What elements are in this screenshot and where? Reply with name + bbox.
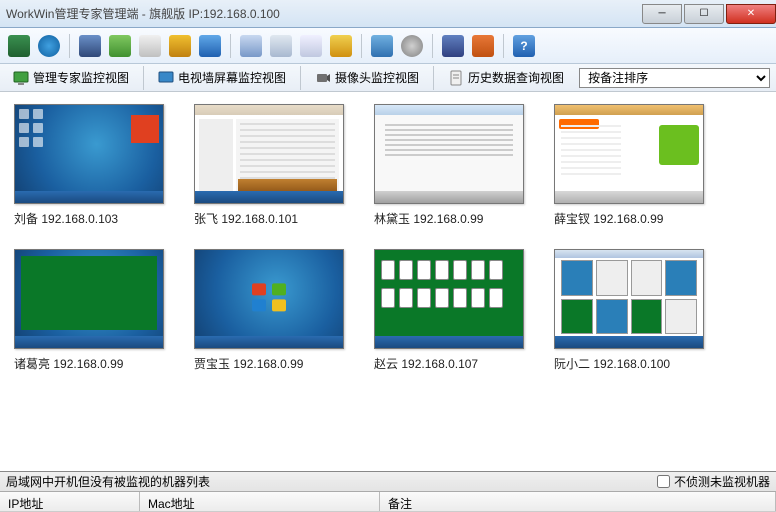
client-name: 张飞 bbox=[194, 212, 218, 226]
footer-panel: 局域网中开机但没有被监视的机器列表 不侦测未监视机器 IP地址 Mac地址 备注 bbox=[0, 471, 776, 512]
window-title: WorkWin管理专家管理端 - 旗舰版 IP:192.168.0.100 bbox=[6, 5, 280, 22]
document-icon bbox=[448, 70, 464, 86]
tab-label: 历史数据查询视图 bbox=[468, 69, 564, 86]
client-ip: 192.168.0.107 bbox=[401, 357, 478, 371]
view-tabs: 管理专家监控视图 电视墙屏幕监控视图 摄像头监控视图 历史数据查询视图 按备注排… bbox=[0, 64, 776, 92]
minimize-button[interactable]: ─ bbox=[642, 4, 682, 24]
tab-history-view[interactable]: 历史数据查询视图 bbox=[441, 65, 571, 90]
tab-label: 电视墙屏幕监控视图 bbox=[178, 69, 286, 86]
grid-icon bbox=[158, 70, 174, 86]
client-name: 贾宝玉 bbox=[194, 357, 230, 371]
log-icon[interactable] bbox=[137, 33, 163, 59]
client-name: 诸葛亮 bbox=[14, 357, 50, 371]
monitor-icon bbox=[13, 70, 29, 86]
client-name: 薛宝钗 bbox=[554, 212, 590, 226]
sort-select[interactable]: 按备注排序 bbox=[579, 68, 770, 88]
footer-columns: IP地址 Mac地址 备注 bbox=[0, 492, 776, 512]
thumbnail[interactable]: 阮小二 192.168.0.100 bbox=[554, 249, 704, 372]
client-name: 赵云 bbox=[374, 357, 398, 371]
tab-manager-view[interactable]: 管理专家监控视图 bbox=[6, 65, 136, 90]
separator-icon bbox=[69, 34, 70, 58]
maximize-button[interactable]: ☐ bbox=[684, 4, 724, 24]
client-ip: 192.168.0.99 bbox=[593, 212, 663, 226]
footer-title: 局域网中开机但没有被监视的机器列表 bbox=[6, 473, 210, 490]
lock-icon[interactable] bbox=[167, 33, 193, 59]
client-ip: 192.168.0.99 bbox=[53, 357, 123, 371]
client-ip: 192.168.0.100 bbox=[593, 357, 670, 371]
globe-icon[interactable] bbox=[36, 33, 62, 59]
thumbnail[interactable]: 赵云 192.168.0.107 bbox=[374, 249, 524, 372]
detect-checkbox[interactable]: 不侦测未监视机器 bbox=[657, 473, 770, 490]
col-note[interactable]: 备注 bbox=[380, 492, 776, 511]
thumbnail[interactable]: 诸葛亮 192.168.0.99 bbox=[14, 249, 164, 372]
tab-label: 摄像头监控视图 bbox=[335, 69, 419, 86]
client-ip: 192.168.0.99 bbox=[413, 212, 483, 226]
thumbnail[interactable]: 张飞 192.168.0.101 bbox=[194, 104, 344, 227]
client-name: 刘备 bbox=[14, 212, 38, 226]
contacts-icon[interactable] bbox=[470, 33, 496, 59]
display-icon[interactable] bbox=[238, 33, 264, 59]
separator-icon bbox=[503, 34, 504, 58]
client-name: 阮小二 bbox=[554, 357, 590, 371]
separator-icon bbox=[143, 66, 144, 90]
book-icon[interactable] bbox=[440, 33, 466, 59]
thumbnail[interactable]: 贾宝玉 192.168.0.99 bbox=[194, 249, 344, 372]
mail-icon[interactable] bbox=[298, 33, 324, 59]
detect-checkbox-input[interactable] bbox=[657, 475, 670, 488]
separator-icon bbox=[230, 34, 231, 58]
thumbnail[interactable]: 薛宝钗 192.168.0.99 bbox=[554, 104, 704, 227]
client-ip: 192.168.0.103 bbox=[41, 212, 118, 226]
window-controls: ─ ☐ ✕ bbox=[640, 4, 776, 24]
col-ip[interactable]: IP地址 bbox=[0, 492, 140, 511]
tab-camera-view[interactable]: 摄像头监控视图 bbox=[308, 65, 426, 90]
client-name: 林黛玉 bbox=[374, 212, 410, 226]
toolbar: ? bbox=[0, 28, 776, 64]
client-ip: 192.168.0.99 bbox=[233, 357, 303, 371]
detect-checkbox-label: 不侦测未监视机器 bbox=[674, 473, 770, 490]
camera-icon[interactable] bbox=[197, 33, 223, 59]
close-button[interactable]: ✕ bbox=[726, 4, 776, 24]
screen-icon[interactable] bbox=[77, 33, 103, 59]
col-mac[interactable]: Mac地址 bbox=[140, 492, 380, 511]
thumbnail[interactable]: 刘备 192.168.0.103 bbox=[14, 104, 164, 227]
thumbnail-area: 刘备 192.168.0.103 张飞 192.168.0.101 林黛玉 19… bbox=[0, 92, 776, 422]
network-icon[interactable] bbox=[369, 33, 395, 59]
monitor-icon[interactable] bbox=[6, 33, 32, 59]
thumbnail[interactable]: 林黛玉 192.168.0.99 bbox=[374, 104, 524, 227]
client-ip: 192.168.0.101 bbox=[221, 212, 298, 226]
separator-icon bbox=[361, 34, 362, 58]
separator-icon bbox=[432, 34, 433, 58]
chat-icon[interactable] bbox=[268, 33, 294, 59]
warning-icon[interactable] bbox=[328, 33, 354, 59]
titlebar: WorkWin管理专家管理端 - 旗舰版 IP:192.168.0.100 ─ … bbox=[0, 0, 776, 28]
tab-tvwall-view[interactable]: 电视墙屏幕监控视图 bbox=[151, 65, 293, 90]
disc-icon[interactable] bbox=[399, 33, 425, 59]
camera-icon bbox=[315, 70, 331, 86]
separator-icon bbox=[300, 66, 301, 90]
separator-icon bbox=[433, 66, 434, 90]
help-icon[interactable]: ? bbox=[511, 33, 537, 59]
users-icon[interactable] bbox=[107, 33, 133, 59]
tab-label: 管理专家监控视图 bbox=[33, 69, 129, 86]
